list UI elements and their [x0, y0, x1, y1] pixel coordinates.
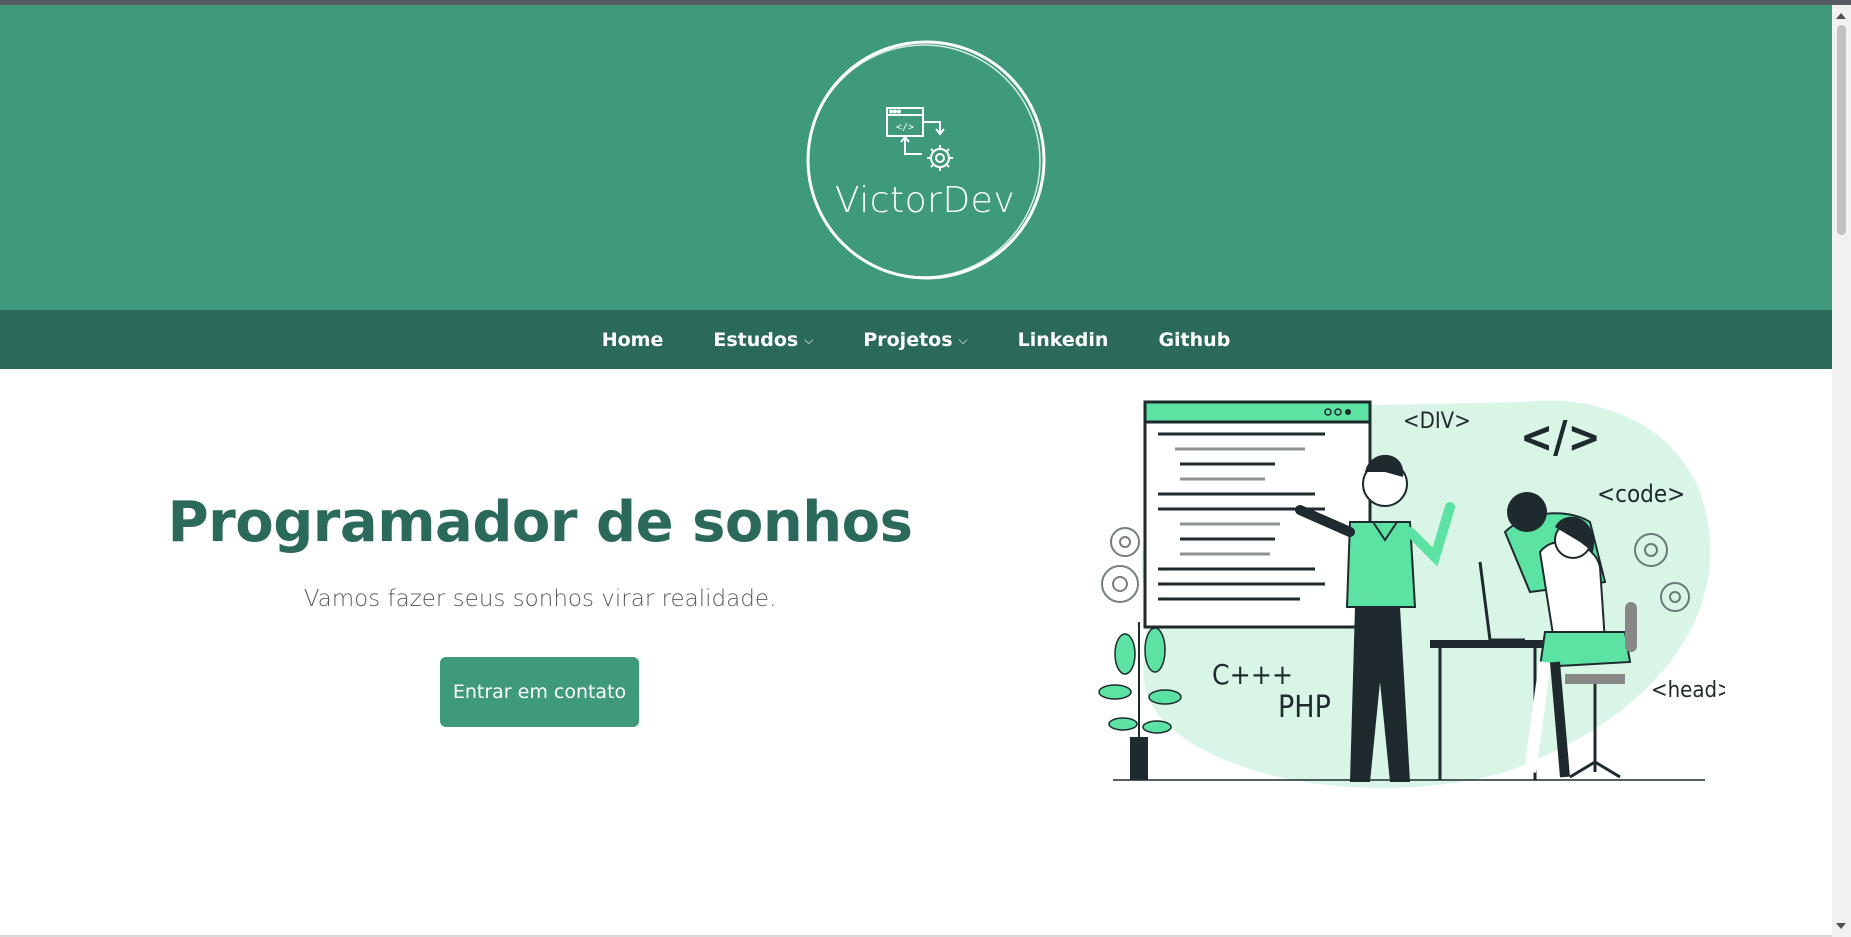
- brand-name: VictorDev: [834, 180, 1016, 221]
- nav-estudos-dropdown[interactable]: Estudos ⌵: [713, 329, 813, 351]
- nav-github-label: Github: [1158, 328, 1231, 351]
- page-scrollbar[interactable]: [1832, 5, 1851, 937]
- nav-home[interactable]: Home: [602, 329, 664, 351]
- scrollbar-thumb[interactable]: [1837, 25, 1846, 235]
- tag-head: <head>: [1651, 678, 1725, 703]
- svg-text:</>: </>: [896, 122, 914, 133]
- logo-circle: </>: [806, 40, 1046, 280]
- hero-subtitle: Vamos fazer seus sonhos virar realidade.: [303, 586, 777, 612]
- nav-linkedin[interactable]: Linkedin: [1018, 329, 1109, 351]
- chevron-down-icon: ⌵: [804, 333, 814, 347]
- nav-github[interactable]: Github: [1158, 329, 1230, 351]
- main-nav: Home Estudos ⌵ Projetos ⌵ Linkedin Githu…: [0, 310, 1832, 369]
- chevron-down-icon: ⌵: [958, 333, 968, 347]
- nav-projetos-dropdown[interactable]: Projetos ⌵: [863, 329, 967, 351]
- brand-logo[interactable]: </> VictorDev: [800, 30, 1050, 290]
- nav-home-label: Home: [601, 328, 664, 351]
- scroll-down-arrow-icon[interactable]: [1836, 923, 1846, 929]
- tag-cpp: C+++: [1212, 658, 1293, 691]
- code-window-gear-icon: </>: [886, 107, 953, 171]
- hero-illustration: <DIV> </> <code> C+++ PHP <head>: [1085, 392, 1734, 792]
- site-header: </> VictorDev: [0, 5, 1832, 310]
- contact-button[interactable]: Entrar em contato: [440, 657, 639, 727]
- nav-projetos-label: Projetos: [863, 328, 953, 351]
- tag-slash: </>: [1520, 412, 1601, 463]
- nav-estudos-label: Estudos: [713, 328, 799, 351]
- developers-illustration: <DIV> </> <code> C+++ PHP <head>: [1098, 400, 1734, 788]
- scroll-up-arrow-icon[interactable]: [1836, 13, 1846, 19]
- nav-linkedin-label: Linkedin: [1017, 328, 1109, 351]
- hero-title: Programador de sonhos: [167, 490, 913, 555]
- tag-code: <code>: [1597, 480, 1685, 508]
- tag-php: PHP: [1278, 690, 1331, 725]
- tag-div: <DIV>: [1403, 409, 1471, 434]
